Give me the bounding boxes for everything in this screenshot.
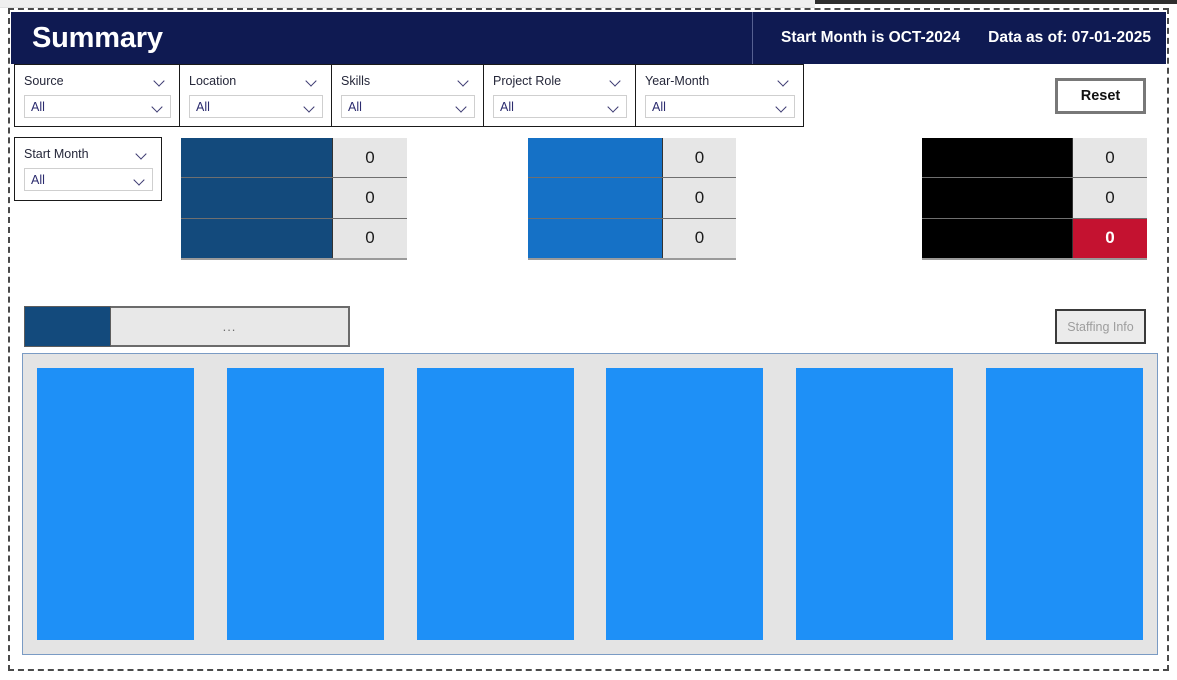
header-status-area: Start Month is OCT-2024 Data as of: 07-0… [752,12,1166,64]
kpi-value: 0 [663,178,736,218]
chart-bar[interactable] [606,368,764,640]
kpi-label-block [528,138,663,178]
filter-start-month-value: All [31,172,45,187]
chevron-down-icon[interactable] [776,103,789,111]
filter-skills-select[interactable]: All [341,95,475,118]
tab-active[interactable] [24,306,111,347]
kpi-value: 0 [1073,178,1147,218]
filter-location-value: All [196,99,210,114]
kpi-label-block [181,218,333,258]
filter-year-month-value: All [652,99,666,114]
filter-start-month[interactable]: Start Month All [14,137,162,201]
filter-source-value: All [31,99,45,114]
kpi-label-block [922,178,1073,218]
kpi-value: 0 [663,218,736,258]
chart-bar[interactable] [416,368,574,640]
chart-bar[interactable] [985,368,1143,640]
kpi-row[interactable]: 0 [922,178,1147,219]
dashboard-page: Summary Start Month is OCT-2024 Data as … [0,0,1177,680]
kpi-label-block [181,138,333,178]
filter-project-role-header[interactable]: Project Role [493,71,627,91]
filter-project-role-select[interactable]: All [493,95,627,118]
staffing-info-button[interactable]: Staffing Info [1055,309,1146,344]
chevron-down-icon[interactable] [154,77,167,85]
kpi-value: 0 [663,138,736,178]
chrome-light-strip [815,4,1177,7]
kpi-group-c: 0 0 0 [922,138,1147,260]
chevron-down-icon[interactable] [456,103,469,111]
filter-project-role[interactable]: Project Role All [484,64,636,127]
kpi-label-block [181,178,333,218]
kpi-row[interactable]: 0 [528,218,736,260]
filter-skills-label: Skills [341,74,371,88]
window-chrome-sliver [0,0,1177,8]
filter-source-label: Source [24,74,64,88]
chrome-grey-strip [0,0,815,8]
chart-bar-series [37,368,1143,640]
filter-start-month-header[interactable]: Start Month [24,144,153,164]
chart-bar[interactable] [37,368,194,640]
filter-start-month-select[interactable]: All [24,168,153,191]
chevron-down-icon[interactable] [778,77,791,85]
chevron-down-icon[interactable] [136,150,149,158]
tab-overflow-ellipsis[interactable]: ... [111,306,350,347]
chevron-down-icon[interactable] [152,103,165,111]
filter-skills-header[interactable]: Skills [341,71,475,91]
kpi-row[interactable]: 0 [181,178,407,219]
chart-bar[interactable] [226,368,384,640]
chart-bar[interactable] [796,368,954,640]
filter-project-role-label: Project Role [493,74,562,88]
chevron-down-icon[interactable] [134,176,147,184]
kpi-value: 0 [333,138,407,178]
filter-location-label: Location [189,74,237,88]
filter-start-month-label: Start Month [24,147,89,161]
page-title: Summary [32,21,163,54]
kpi-row[interactable]: 0 [181,218,407,260]
filter-location-select[interactable]: All [189,95,323,118]
kpi-label-block [922,138,1073,178]
filter-year-month-label: Year-Month [645,74,710,88]
filter-source-select[interactable]: All [24,95,171,118]
filter-year-month-select[interactable]: All [645,95,795,118]
filter-skills-value: All [348,99,362,114]
chevron-down-icon[interactable] [610,77,623,85]
chevron-down-icon[interactable] [608,103,621,111]
chart-panel[interactable] [22,353,1158,655]
filter-year-month-header[interactable]: Year-Month [645,71,795,91]
filter-bar: Source All Location All Skills All Proje… [14,64,804,127]
filter-project-role-value: All [500,99,514,114]
reset-button[interactable]: Reset [1055,78,1146,114]
filter-year-month[interactable]: Year-Month All [636,64,804,127]
kpi-group-b: 0 0 0 [528,138,736,260]
page-header: Summary Start Month is OCT-2024 Data as … [11,12,1166,64]
filter-skills[interactable]: Skills All [332,64,484,127]
kpi-row[interactable]: 0 [528,178,736,219]
kpi-row[interactable]: 0 [528,138,736,179]
kpi-value: 0 [1073,138,1147,178]
kpi-row[interactable]: 0 [181,138,407,179]
filter-location[interactable]: Location All [180,64,332,127]
start-month-status: Start Month is OCT-2024 [781,29,961,46]
chevron-down-icon[interactable] [306,77,319,85]
tab-strip: ... [24,306,350,347]
kpi-label-block [922,218,1073,258]
chevron-down-icon[interactable] [458,77,471,85]
kpi-label-block [528,218,663,258]
chevron-down-icon[interactable] [304,103,317,111]
kpi-value: 0 [333,218,407,258]
kpi-value-alert: 0 [1073,218,1147,258]
filter-source[interactable]: Source All [14,64,180,127]
data-as-of-status: Data as of: 07-01-2025 [988,29,1151,46]
kpi-group-a: 0 0 0 [181,138,407,260]
kpi-row-alert[interactable]: 0 [922,218,1147,260]
filter-source-header[interactable]: Source [24,71,171,91]
kpi-value: 0 [333,178,407,218]
filter-location-header[interactable]: Location [189,71,323,91]
kpi-row[interactable]: 0 [922,138,1147,179]
kpi-label-block [528,178,663,218]
